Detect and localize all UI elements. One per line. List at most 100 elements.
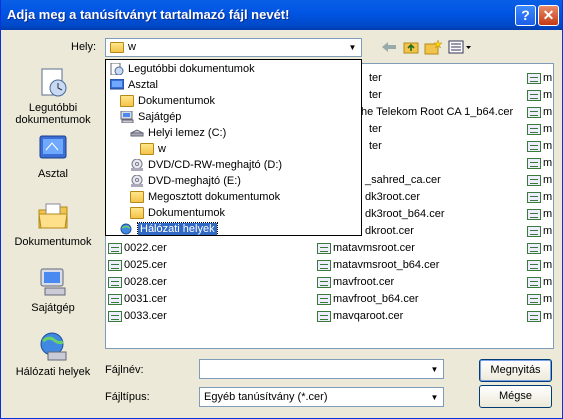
certificate-file-icon — [317, 310, 331, 322]
certificate-file-icon — [527, 208, 541, 220]
close-button[interactable]: ✕ — [538, 5, 559, 26]
list-item[interactable]: matavmsroot_b64.cer — [317, 257, 439, 273]
list-item[interactable]: dk3root.cer — [365, 189, 420, 205]
my-documents-icon — [37, 200, 69, 232]
desktop-icon — [109, 78, 125, 91]
filename-field[interactable]: ▼ — [199, 359, 444, 379]
certificate-file-icon — [527, 123, 541, 135]
look-in-value: w — [128, 41, 136, 53]
place-recent-label: Legutóbbi dokumentumok — [15, 102, 91, 126]
dropdown-item-recent[interactable]: Legutóbbi dokumentumok — [110, 61, 255, 77]
list-item[interactable]: m — [527, 70, 552, 86]
certificate-file-icon — [527, 72, 541, 84]
list-item[interactable]: m — [527, 189, 552, 205]
list-item[interactable]: m — [527, 87, 552, 103]
filetype-value: Egyéb tanúsítvány (*.cer) — [204, 391, 328, 403]
hard-drive-icon — [129, 127, 145, 139]
list-item[interactable]: 0025.cer — [108, 257, 167, 273]
dropdown-item-dvd[interactable]: DVD-meghajtó (E:) — [130, 173, 241, 189]
look-in-dropdown: Legutóbbi dokumentumok Asztal Dokumentum… — [105, 59, 362, 236]
certificate-file-icon — [527, 174, 541, 186]
list-item[interactable]: m — [527, 257, 552, 273]
list-item[interactable]: m — [527, 121, 552, 137]
back-arrow-icon — [382, 42, 396, 52]
list-item[interactable]: _sahred_ca.cer — [365, 172, 441, 188]
cancel-button[interactable]: Mégse — [479, 385, 552, 408]
help-button[interactable]: ? — [515, 5, 536, 26]
list-item[interactable]: dk3root_b64.cer — [365, 206, 445, 222]
place-network[interactable]: Hálózati helyek — [7, 330, 99, 378]
recent-documents-icon — [110, 62, 124, 76]
list-item[interactable]: 0028.cer — [108, 274, 167, 290]
list-item[interactable]: 0022.cer — [108, 240, 167, 256]
certificate-file-icon — [108, 293, 122, 305]
list-item[interactable]: m — [527, 308, 552, 324]
certificate-file-icon — [527, 242, 541, 254]
look-in-combo[interactable]: w ▼ — [105, 38, 362, 57]
back-button[interactable] — [379, 38, 399, 56]
list-item[interactable]: m — [527, 172, 552, 188]
list-item[interactable]: ter — [369, 138, 382, 154]
chevron-down-icon[interactable]: ▼ — [426, 389, 442, 405]
list-item[interactable]: the Telekom Root CA 1_b64.cer — [358, 104, 513, 120]
list-item[interactable]: 0033.cer — [108, 308, 167, 324]
list-item[interactable]: mavqaroot.cer — [317, 308, 403, 324]
list-item[interactable]: m — [527, 138, 552, 154]
certificate-file-icon — [108, 242, 122, 254]
certificate-file-icon — [527, 276, 541, 288]
place-desktop-label: Asztal — [38, 168, 68, 180]
list-item[interactable]: dkroot.cer — [365, 223, 414, 239]
certificate-file-icon — [108, 310, 122, 322]
chevron-down-icon[interactable]: ▼ — [426, 361, 442, 377]
folder-open-icon — [140, 143, 154, 156]
view-menu-button[interactable] — [447, 38, 473, 56]
place-my-documents[interactable]: Dokumentumok — [7, 200, 99, 248]
dropdown-item-dvd-rw[interactable]: DVD/CD-RW-meghajtó (D:) — [130, 157, 282, 173]
view-menu-icon — [448, 40, 471, 54]
list-item[interactable]: 0031.cer — [108, 291, 167, 307]
new-folder-button[interactable] — [423, 38, 443, 56]
dropdown-item-network-label: Hálózati helyek — [137, 222, 218, 236]
open-button[interactable]: Megnyitás — [479, 359, 552, 382]
place-recent-documents[interactable]: Legutóbbi dokumentumok — [7, 66, 99, 126]
list-item[interactable]: ter — [369, 121, 382, 137]
filetype-label: Fájltípus: — [105, 391, 150, 403]
up-folder-button[interactable] — [401, 38, 421, 56]
list-item[interactable]: ter — [369, 87, 382, 103]
title-bar[interactable]: Adja meg a tanúsítványt tartalmazó fájl … — [1, 0, 562, 30]
place-network-label: Hálózati helyek — [15, 366, 91, 378]
filetype-select[interactable]: Egyéb tanúsítvány (*.cer) ▼ — [199, 387, 444, 407]
dropdown-item-shared-docs[interactable]: Megosztott dokumentumok — [130, 189, 280, 205]
chevron-down-icon[interactable]: ▼ — [344, 40, 360, 55]
list-item[interactable]: matavmsroot.cer — [317, 240, 415, 256]
dropdown-item-documents[interactable]: Dokumentumok — [130, 205, 225, 221]
dropdown-item-desktop[interactable]: Asztal — [109, 77, 158, 93]
list-item[interactable]: m — [527, 206, 552, 222]
place-my-computer[interactable]: Sajátgép — [7, 266, 99, 314]
list-item[interactable]: m — [527, 223, 552, 239]
dropdown-item-w[interactable]: w — [140, 141, 166, 157]
list-item[interactable]: m — [527, 104, 552, 120]
look-in-label: Hely: — [71, 41, 96, 53]
list-item[interactable]: ter — [369, 70, 382, 86]
list-item[interactable]: m — [527, 240, 552, 256]
dropdown-item-local-disk[interactable]: Helyi lemez (C:) — [129, 125, 226, 141]
folder-icon — [130, 207, 144, 220]
certificate-file-icon — [527, 225, 541, 237]
list-item[interactable]: mavfroot.cer — [317, 274, 394, 290]
certificate-file-icon — [527, 157, 541, 169]
dropdown-item-my-computer[interactable]: Sajátgép — [120, 109, 181, 125]
place-desktop[interactable]: Asztal — [7, 132, 99, 180]
places-bar: Legutóbbi dokumentumok Asztal Dokumentum… — [7, 62, 99, 392]
my-computer-icon — [37, 266, 69, 298]
network-places-icon — [120, 223, 134, 235]
list-item[interactable]: m — [527, 155, 552, 171]
my-documents-icon — [120, 95, 134, 108]
list-item[interactable]: mavfroot_b64.cer — [317, 291, 419, 307]
dropdown-item-my-documents[interactable]: Dokumentumok — [120, 93, 215, 109]
list-item[interactable]: m — [527, 291, 552, 307]
certificate-file-icon — [527, 89, 541, 101]
dropdown-item-network[interactable]: Hálózati helyek — [120, 221, 218, 237]
recent-documents-icon — [37, 66, 69, 98]
list-item[interactable]: m — [527, 274, 552, 290]
